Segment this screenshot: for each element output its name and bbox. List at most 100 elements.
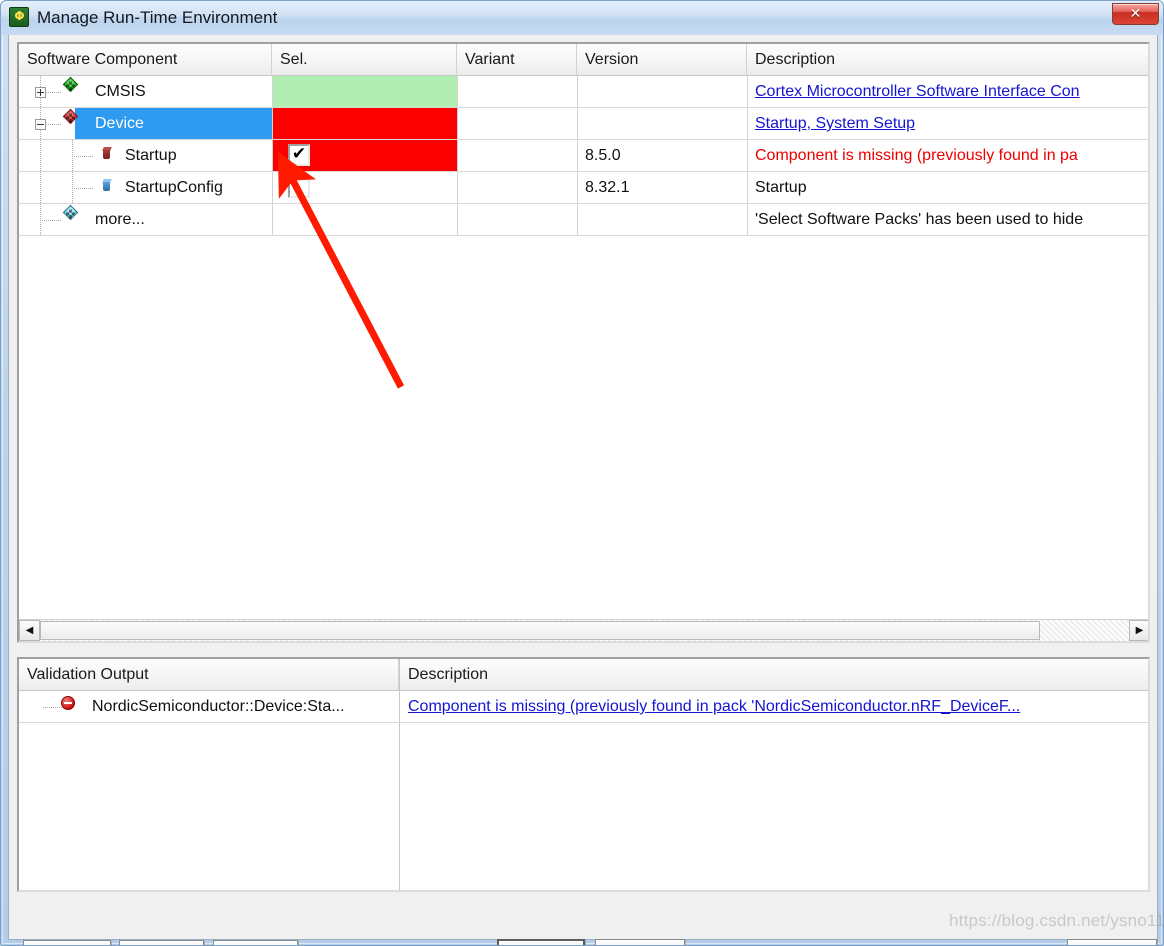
ok-button[interactable]: OK [497, 939, 585, 945]
component-name-label: CMSIS [95, 83, 146, 100]
scroll-right-button[interactable]: ▶ [1129, 620, 1148, 641]
variant-cell[interactable] [463, 108, 575, 139]
uvision-logo-glyph: Φ [14, 9, 24, 23]
close-icon: ✕ [1129, 6, 1142, 22]
column-divider [577, 204, 578, 235]
column-divider [577, 108, 578, 139]
column-divider [457, 76, 458, 107]
column-divider [457, 140, 458, 171]
red-diamond-icon [62, 108, 80, 126]
column-header-variant[interactable]: Variant [457, 44, 577, 75]
tree-guide-line [40, 220, 62, 221]
collapse-node-icon[interactable] [35, 119, 46, 130]
description-cell: Component is missing (previously found i… [749, 140, 1148, 171]
variant-cell[interactable] [463, 204, 575, 235]
table-row[interactable]: Device Startup, System Setup [19, 108, 1148, 140]
description-text: Component is missing (previously found i… [755, 147, 1078, 164]
description-cell[interactable]: Cortex Microcontroller Software Interfac… [749, 76, 1148, 107]
component-name-label: Device [95, 115, 144, 132]
uvision-logo-icon: Φ [9, 7, 29, 27]
components-header-row: Software Component Sel. Variant Version Desc… [19, 44, 1148, 76]
column-divider [457, 108, 458, 139]
help-button[interactable]: Help [1067, 939, 1157, 945]
blue-brick-icon [102, 179, 113, 192]
column-header-sel[interactable]: Sel. [272, 44, 457, 75]
column-divider [457, 204, 458, 235]
selection-status-fill [273, 76, 457, 107]
validation-column-header-description[interactable]: Description [400, 659, 1148, 690]
validation-description-link[interactable]: Component is missing (previously found i… [408, 698, 1020, 715]
table-row[interactable]: more... 'Select Software Packs' has been … [19, 204, 1148, 236]
version-cell [579, 76, 745, 107]
cyan-diamond-icon [62, 204, 80, 222]
version-cell: 8.32.1 [585, 179, 630, 196]
scrollbar-thumb[interactable] [40, 621, 1040, 640]
column-divider [577, 140, 578, 171]
tree-guide-line [72, 188, 94, 189]
tree-guide-line [40, 172, 41, 204]
version-cell [579, 204, 745, 235]
component-select-checkbox[interactable] [288, 176, 310, 198]
validation-header-row: Validation Output Description [19, 659, 1148, 691]
column-divider [747, 76, 748, 107]
dark-red-brick-icon [102, 147, 113, 160]
column-divider [272, 172, 273, 203]
close-button[interactable]: ✕ [1112, 3, 1159, 25]
title-bar: Φ Manage Run-Time Environment ✕ [1, 1, 1163, 35]
column-divider [457, 172, 458, 203]
validation-output-text: NordicSemiconductor::Device:Sta... [92, 698, 345, 715]
column-divider [747, 140, 748, 171]
chevron-left-icon: ◀ [25, 625, 34, 636]
column-divider [577, 172, 578, 203]
component-select-checkbox[interactable]: ✔ [288, 144, 310, 166]
expand-node-icon[interactable] [35, 87, 46, 98]
tree-guide-line [40, 140, 41, 172]
variant-cell[interactable] [463, 140, 575, 171]
table-row[interactable]: Startup ✔ 8.5.0 Component is missing (previ… [19, 140, 1148, 172]
details-button[interactable]: Details [213, 940, 298, 945]
description-cell: 'Select Software Packs' has been used to… [749, 204, 1148, 235]
green-diamond-icon [62, 76, 80, 94]
components-grid-body: CMSIS Cortex Microcontroller Software Int… [19, 76, 1148, 611]
tree-guide-line [72, 156, 94, 157]
error-icon [61, 696, 75, 710]
validation-row[interactable]: NordicSemiconductor::Device:Sta... Compon… [19, 691, 1148, 723]
components-horizontal-scrollbar[interactable]: ◀ ▶ [19, 619, 1148, 641]
column-divider [747, 204, 748, 235]
variant-cell[interactable] [463, 76, 575, 107]
variant-cell[interactable] [463, 172, 575, 203]
validation-column-header-output[interactable]: Validation Output [19, 659, 399, 690]
column-header-component[interactable]: Software Component [19, 44, 272, 75]
dialog-client-area: Software Component Sel. Variant Version Desc… [8, 35, 1158, 945]
component-name-label: more... [95, 211, 145, 228]
column-divider [747, 172, 748, 203]
component-name-label: Startup [125, 147, 177, 164]
manage-runtime-environment-window: Φ Manage Run-Time Environment ✕ Software… [0, 0, 1164, 946]
description-cell[interactable]: Startup, System Setup [749, 108, 1148, 139]
column-header-version[interactable]: Version [577, 44, 747, 75]
software-components-panel: Software Component Sel. Variant Version Desc… [17, 42, 1150, 643]
window-title: Manage Run-Time Environment [37, 8, 278, 27]
version-cell [579, 108, 745, 139]
description-text[interactable]: Startup, System Setup [755, 115, 915, 132]
select-button[interactable]: Select ... [119, 940, 204, 945]
chevron-right-icon: ▶ [1135, 625, 1144, 636]
resolve-button[interactable]: Resolve [23, 940, 111, 945]
cancel-button[interactable]: Cancel [595, 939, 685, 945]
selection-status-fill [273, 108, 457, 139]
description-text[interactable]: Cortex Microcontroller Software Interfac… [755, 83, 1080, 100]
validation-description-cell[interactable]: Component is missing (previously found i… [402, 691, 1147, 722]
column-divider [577, 76, 578, 107]
validation-output-panel: Validation Output Description NordicSemic… [17, 657, 1150, 892]
description-cell: Startup [749, 172, 1148, 203]
table-row[interactable]: StartupConfig 8.32.1 Startup [19, 172, 1148, 204]
column-header-description[interactable]: Description [747, 44, 1148, 75]
tree-guide-line [43, 707, 63, 708]
table-row[interactable]: CMSIS Cortex Microcontroller Software Int… [19, 76, 1148, 108]
column-divider [272, 204, 273, 235]
column-divider [747, 108, 748, 139]
scroll-left-button[interactable]: ◀ [19, 620, 40, 641]
checkmark-icon: ✔ [291, 144, 307, 164]
version-cell: 8.5.0 [585, 147, 621, 164]
description-text: 'Select Software Packs' has been used to… [755, 211, 1084, 228]
